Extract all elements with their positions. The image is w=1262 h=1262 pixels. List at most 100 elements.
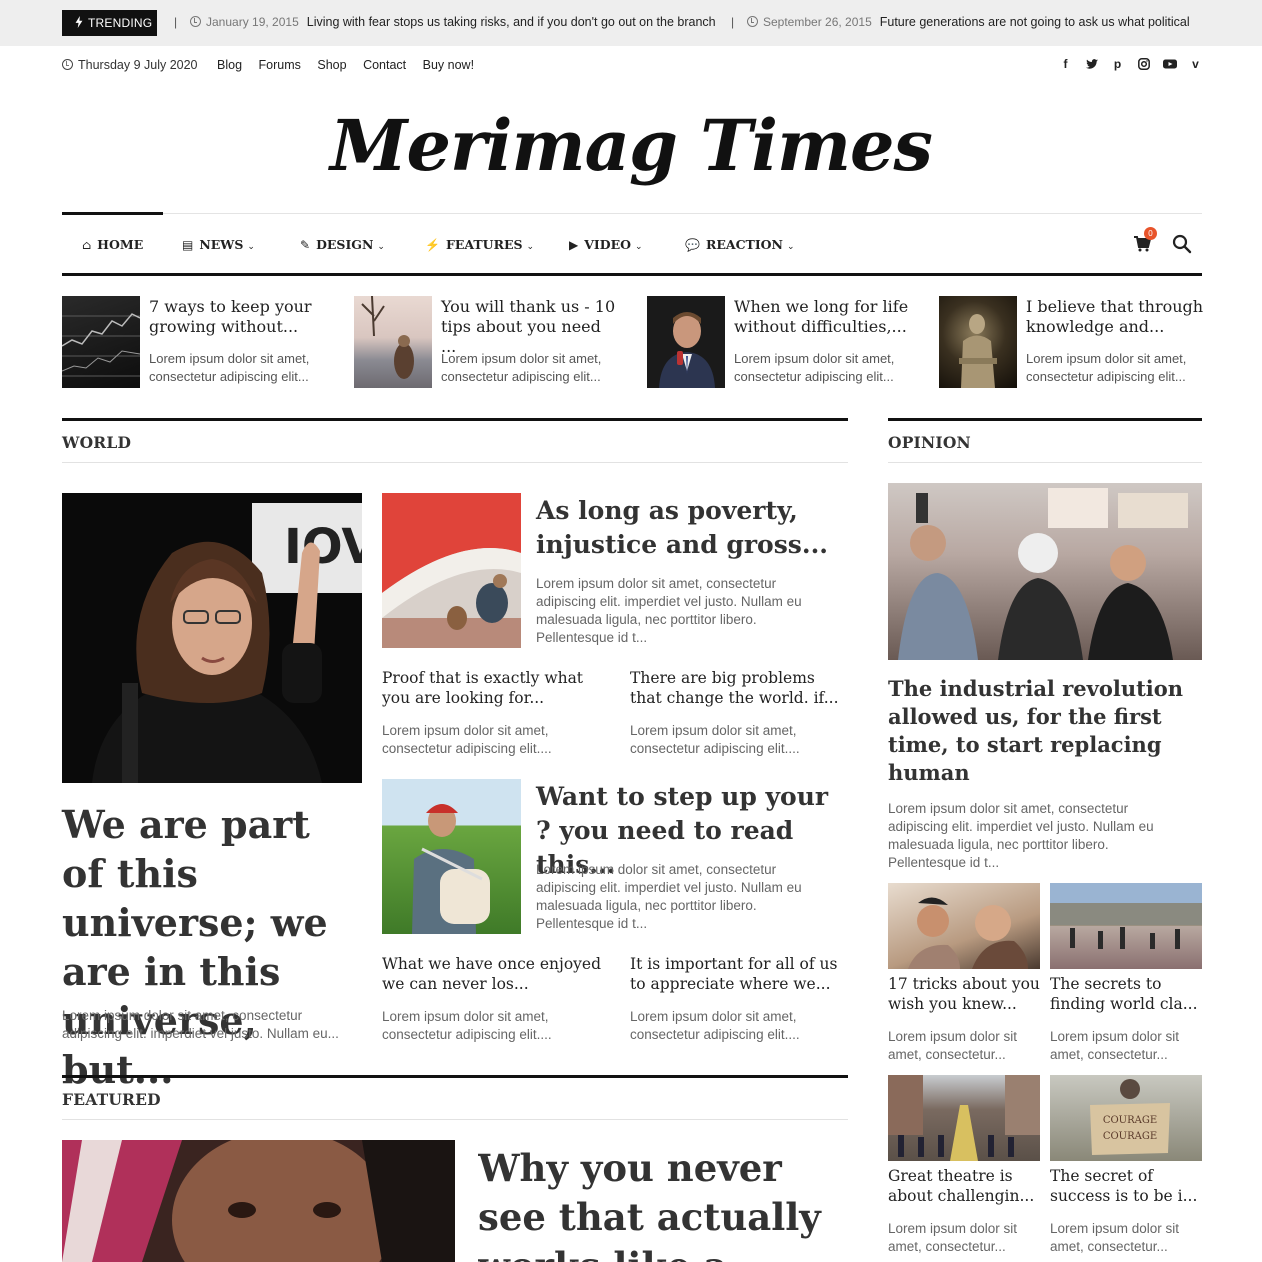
chevron-down-icon: ⌄	[526, 242, 535, 252]
opinion-grid-title[interactable]: 17 tricks about you wish you knew...	[888, 974, 1043, 1014]
opinion-grid-image[interactable]: COURAGE COURAGE	[1050, 1075, 1202, 1161]
story-thumbnail[interactable]	[647, 296, 725, 388]
story-excerpt: Lorem ipsum dolor sit amet, consectetur …	[1026, 351, 1187, 384]
site-logo[interactable]: Merimag Times	[0, 104, 1262, 187]
world-main-excerpt: Lorem ipsum dolor sit amet, consectetur …	[62, 1008, 339, 1041]
nav-item-design[interactable]: ✎ DESIGN ⌄	[300, 237, 385, 252]
clock-icon	[190, 16, 201, 27]
section-heading-world: WORLD	[62, 418, 848, 463]
story-excerpt: Lorem ipsum dolor sit amet, consectetur …	[149, 351, 310, 384]
world-block1-title[interactable]: As long as poverty, injustice and gross.…	[536, 494, 836, 562]
opinion-grid-title[interactable]: The secret of success is to be i...	[1050, 1166, 1202, 1206]
opinion-grid-title[interactable]: Great theatre is about challengin...	[888, 1166, 1043, 1206]
search-button[interactable]	[1172, 234, 1192, 254]
search-icon	[1172, 234, 1192, 254]
opinion-grid-excerpt: Lorem ipsum dolor sit amet, consectetur.…	[888, 1221, 1018, 1254]
separator: |	[174, 15, 178, 29]
chevron-down-icon: ⌄	[786, 242, 795, 252]
trending-item[interactable]: January 19, 2015 Living with fear stops u…	[190, 15, 716, 29]
world-block1-excerpt: Lorem ipsum dolor sit amet, consectetur …	[536, 576, 802, 645]
home-icon: ⌂	[82, 238, 92, 252]
nav-item-reaction[interactable]: 💬 REACTION ⌄	[685, 237, 795, 252]
world-sub-excerpt: Lorem ipsum dolor sit amet, consectetur …	[382, 723, 552, 756]
svg-text:COURAGE: COURAGE	[1103, 1131, 1157, 1142]
story-title[interactable]: You will thank us - 10 tips about you ne…	[441, 297, 619, 357]
opinion-grid-image[interactable]	[888, 883, 1040, 969]
world-sub-excerpt: Lorem ipsum dolor sit amet, consectetur …	[382, 1009, 552, 1042]
story-thumbnail[interactable]	[939, 296, 1017, 388]
main-navigation: ⌂ HOME ▤ NEWS ⌄ ✎ DESIGN ⌄ ⚡ FEATURES ⌄ ▶ VIDEO ⌄…	[62, 212, 1202, 276]
svg-text:IOV: IOV	[284, 519, 362, 575]
play-icon: ▶	[569, 238, 579, 252]
top-links: Blog Forums Shop Contact Buy now!	[217, 58, 487, 72]
current-date: Thursday 9 July 2020	[62, 58, 198, 72]
opinion-grid-excerpt: Lorem ipsum dolor sit amet, consectetur.…	[1050, 1221, 1180, 1254]
world-sub-title[interactable]: What we have once enjoyed we can never l…	[382, 954, 602, 994]
world-main-title[interactable]: We are part of this universe; we are in …	[62, 800, 362, 1094]
trending-bar: TRENDING | January 19, 2015 Living with f…	[0, 0, 1262, 46]
opinion-grid-excerpt: Lorem ipsum dolor sit amet, consectetur.…	[888, 1029, 1018, 1062]
cart-count-badge: 0	[1144, 227, 1157, 240]
section-heading-featured: FEATURED	[62, 1075, 848, 1120]
top-link-blog[interactable]: Blog	[217, 58, 242, 72]
facebook-icon[interactable]: f	[1059, 56, 1072, 72]
opinion-main-image[interactable]	[888, 483, 1202, 660]
top-story[interactable]: You will thank us - 10 tips about you ne…	[354, 296, 619, 388]
top-link-shop[interactable]: Shop	[317, 58, 346, 72]
story-title[interactable]: 7 ways to keep your growing without...	[149, 297, 327, 337]
world-sub-title[interactable]: Proof that is exactly what you are looki…	[382, 668, 602, 708]
top-link-forums[interactable]: Forums	[259, 58, 301, 72]
top-story[interactable]: I believe that through knowledge and... …	[939, 296, 1204, 388]
plug-icon: ⚡	[425, 238, 440, 252]
top-bar: Thursday 9 July 2020 Blog Forums Shop Co…	[62, 56, 1202, 76]
top-story[interactable]: 7 ways to keep your growing without... L…	[62, 296, 327, 388]
story-excerpt: Lorem ipsum dolor sit amet, consectetur …	[734, 351, 895, 384]
separator: |	[731, 15, 735, 29]
opinion-grid-image[interactable]	[1050, 883, 1202, 969]
opinion-main-title[interactable]: The industrial revolution allowed us, fo…	[888, 675, 1202, 787]
world-block1-image[interactable]	[382, 493, 521, 648]
opinion-grid-title[interactable]: The secrets to finding world cla...	[1050, 974, 1202, 1014]
world-block2-excerpt: Lorem ipsum dolor sit amet, consectetur …	[536, 862, 802, 931]
clock-icon	[747, 16, 758, 27]
world-sub-title[interactable]: There are big problems that change the w…	[630, 668, 848, 708]
nav-item-video[interactable]: ▶ VIDEO ⌄	[569, 237, 643, 252]
top-link-contact[interactable]: Contact	[363, 58, 406, 72]
vimeo-icon[interactable]: v	[1189, 56, 1202, 72]
chevron-down-icon: ⌄	[247, 242, 255, 252]
opinion-grid-excerpt: Lorem ipsum dolor sit amet, consectetur.…	[1050, 1029, 1180, 1062]
story-title[interactable]: I believe that through knowledge and...	[1026, 297, 1204, 337]
magic-wand-icon: ✎	[300, 238, 311, 252]
top-link-buy-now[interactable]: Buy now!	[423, 58, 474, 72]
top-story[interactable]: When we long for life without difficulti…	[647, 296, 912, 388]
nav-item-news[interactable]: ▤ NEWS ⌄	[182, 237, 255, 252]
cart-button[interactable]: 0	[1132, 227, 1157, 253]
story-title[interactable]: When we long for life without difficulti…	[734, 297, 912, 337]
nav-item-home[interactable]: ⌂ HOME	[82, 237, 143, 252]
story-thumbnail[interactable]	[354, 296, 432, 388]
newspaper-icon: ▤	[182, 238, 194, 252]
twitter-icon[interactable]	[1085, 56, 1098, 72]
opinion-grid-image[interactable]	[888, 1075, 1040, 1161]
clock-icon	[62, 59, 73, 70]
nav-item-features[interactable]: ⚡ FEATURES ⌄	[425, 237, 534, 252]
world-block2-image[interactable]	[382, 779, 521, 934]
svg-text:COURAGE: COURAGE	[1103, 1115, 1157, 1126]
world-main-image[interactable]: IOV	[62, 493, 362, 783]
featured-image[interactable]	[62, 1140, 455, 1262]
instagram-icon[interactable]	[1137, 56, 1150, 72]
section-heading-opinion: OPINION	[888, 418, 1202, 463]
story-thumbnail[interactable]	[62, 296, 140, 388]
chevron-down-icon: ⌄	[377, 242, 385, 252]
comments-icon: 💬	[685, 238, 700, 252]
pinterest-icon[interactable]: p	[1111, 56, 1124, 72]
trending-item[interactable]: September 26, 2015 Future generations are…	[747, 15, 1192, 29]
world-sub-excerpt: Lorem ipsum dolor sit amet, consectetur …	[630, 1009, 800, 1042]
world-sub-title[interactable]: It is important for all of us to appreci…	[630, 954, 848, 994]
youtube-icon[interactable]	[1163, 56, 1177, 72]
active-indicator	[62, 212, 163, 215]
opinion-main-excerpt: Lorem ipsum dolor sit amet, consectetur …	[888, 801, 1154, 870]
trending-badge: TRENDING	[62, 10, 157, 36]
featured-title[interactable]: Why you never see that actually works li…	[478, 1144, 848, 1262]
bolt-icon	[75, 16, 83, 28]
